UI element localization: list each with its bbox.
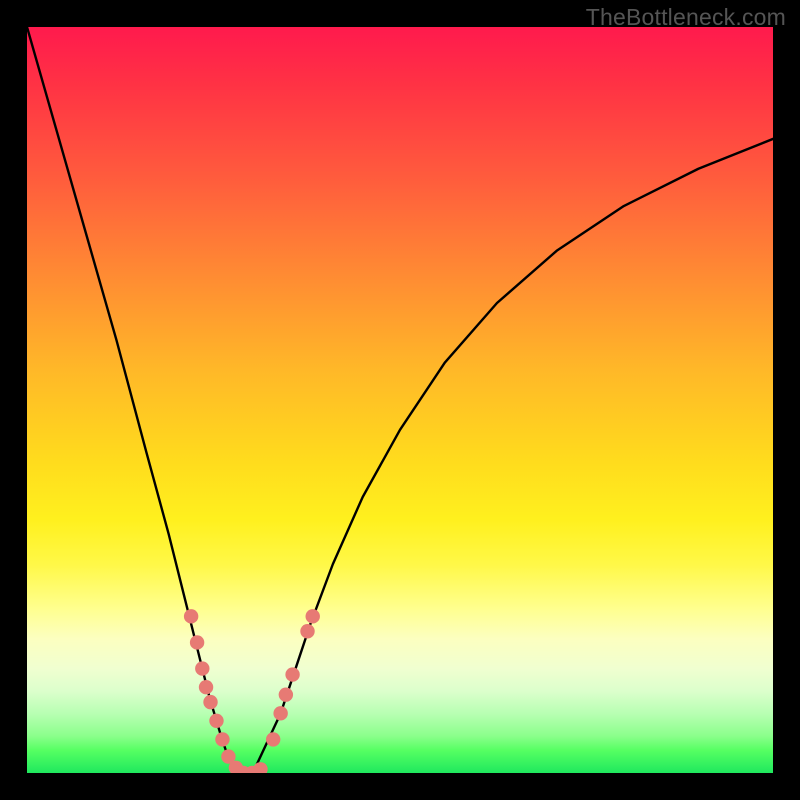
data-point bbox=[285, 667, 299, 681]
bottleneck-curve bbox=[27, 27, 773, 773]
data-point bbox=[273, 706, 287, 720]
data-point bbox=[209, 714, 223, 728]
curve-path bbox=[27, 27, 773, 773]
data-point bbox=[184, 609, 198, 623]
data-point bbox=[195, 661, 209, 675]
data-point bbox=[203, 695, 217, 709]
data-point bbox=[190, 635, 204, 649]
data-points bbox=[184, 609, 320, 773]
data-point bbox=[300, 624, 314, 638]
data-point bbox=[306, 609, 320, 623]
plot-area bbox=[27, 27, 773, 773]
curve-layer bbox=[27, 27, 773, 773]
data-point bbox=[266, 732, 280, 746]
data-point bbox=[199, 680, 213, 694]
data-point bbox=[279, 687, 293, 701]
chart-frame: TheBottleneck.com bbox=[0, 0, 800, 800]
data-point bbox=[253, 762, 267, 773]
data-point bbox=[215, 732, 229, 746]
